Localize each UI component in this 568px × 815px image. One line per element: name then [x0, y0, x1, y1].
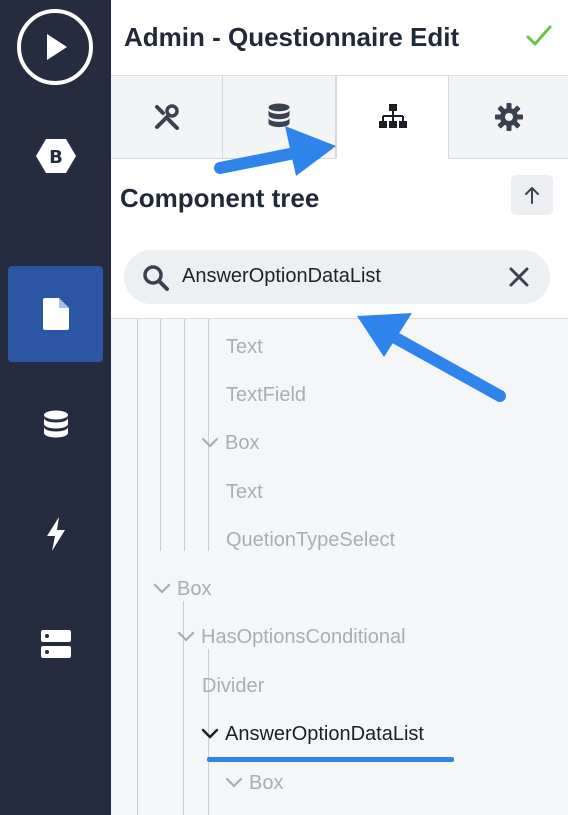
sitemap-icon: [378, 104, 407, 128]
chevron-down-icon[interactable]: [199, 727, 221, 741]
close-icon[interactable]: [508, 266, 530, 288]
tree-node-label: HasOptionsConditional: [201, 625, 406, 648]
tree-node-selected[interactable]: AnswerOptionDataList: [199, 720, 424, 748]
title-bar: Admin - Questionnaire Edit: [111, 0, 568, 76]
tree-node[interactable]: TextField: [226, 381, 306, 409]
page-icon: [42, 298, 69, 330]
search-icon: [143, 265, 169, 291]
check-icon: [526, 25, 552, 46]
bootstrap-label: B: [49, 147, 63, 168]
chevron-down-icon[interactable]: [151, 582, 173, 596]
navigation-rail: B: [0, 0, 111, 815]
scroll-up-button[interactable]: [511, 175, 553, 215]
chevron-down-icon[interactable]: [175, 630, 197, 644]
sidebar-item-data[interactable]: [0, 408, 111, 444]
tree-node-label: Divider: [202, 674, 265, 697]
gear-icon: [494, 103, 523, 131]
tree-node[interactable]: HasOptionsConditional: [175, 623, 406, 651]
arrow-up-icon: [525, 187, 539, 204]
sidebar-item-pages[interactable]: [0, 296, 111, 332]
tree-node-label: Text: [226, 335, 263, 358]
play-icon: [47, 34, 67, 60]
server-icon: [40, 630, 71, 658]
match-underline: [207, 757, 454, 762]
tree-guide: [184, 319, 185, 551]
section-title: Component tree: [120, 183, 320, 213]
editor-panel: Admin - Questionnaire Edit Component tre…: [111, 0, 568, 815]
chevron-down-icon[interactable]: [199, 436, 221, 450]
tree-node-label: QuetionTypeSelect: [226, 528, 395, 551]
component-tree: Text TextField Box Text QuetionTypeSelec…: [111, 318, 568, 815]
sidebar-item-server[interactable]: [0, 626, 111, 662]
database-icon: [268, 103, 290, 128]
tree-node[interactable]: Box: [151, 575, 211, 603]
tree-node[interactable]: Divider: [202, 672, 264, 700]
tree-node-label: Box: [225, 431, 260, 454]
play-button[interactable]: [17, 9, 93, 85]
tree-node-label: TextField: [226, 383, 307, 406]
tree-node[interactable]: Box: [199, 429, 259, 457]
tab-data[interactable]: [223, 76, 336, 159]
component-search[interactable]: AnswerOptionDataList: [124, 250, 550, 304]
tree-node-label: Box: [249, 771, 284, 794]
tree-node-label: Box: [177, 577, 212, 600]
tab-settings[interactable]: [449, 76, 568, 159]
tree-node[interactable]: Box: [223, 769, 283, 797]
page-title: Admin - Questionnaire Edit: [124, 22, 460, 52]
tab-component-tree[interactable]: [336, 76, 449, 159]
tree-node[interactable]: Text: [226, 478, 263, 506]
tree-guide: [160, 319, 161, 551]
bootstrap-button[interactable]: B: [0, 134, 111, 178]
panel-tabs: [111, 76, 568, 159]
tree-node[interactable]: QuetionTypeSelect: [226, 526, 395, 554]
tree-node-label: AnswerOptionDataList: [225, 722, 424, 745]
lightning-icon: [46, 517, 65, 551]
tree-guide: [137, 319, 138, 815]
search-input[interactable]: AnswerOptionDataList: [182, 265, 381, 288]
tree-node[interactable]: Text: [226, 333, 263, 361]
chevron-down-icon[interactable]: [223, 776, 245, 790]
tree-node-label: Text: [226, 480, 263, 503]
component-tree-header: Component tree: [111, 159, 568, 234]
sidebar-item-actions[interactable]: [0, 516, 111, 552]
database-icon: [43, 410, 68, 438]
tab-tools[interactable]: [111, 76, 223, 159]
bootstrap-icon: B: [35, 139, 76, 173]
tools-icon: [154, 104, 179, 130]
